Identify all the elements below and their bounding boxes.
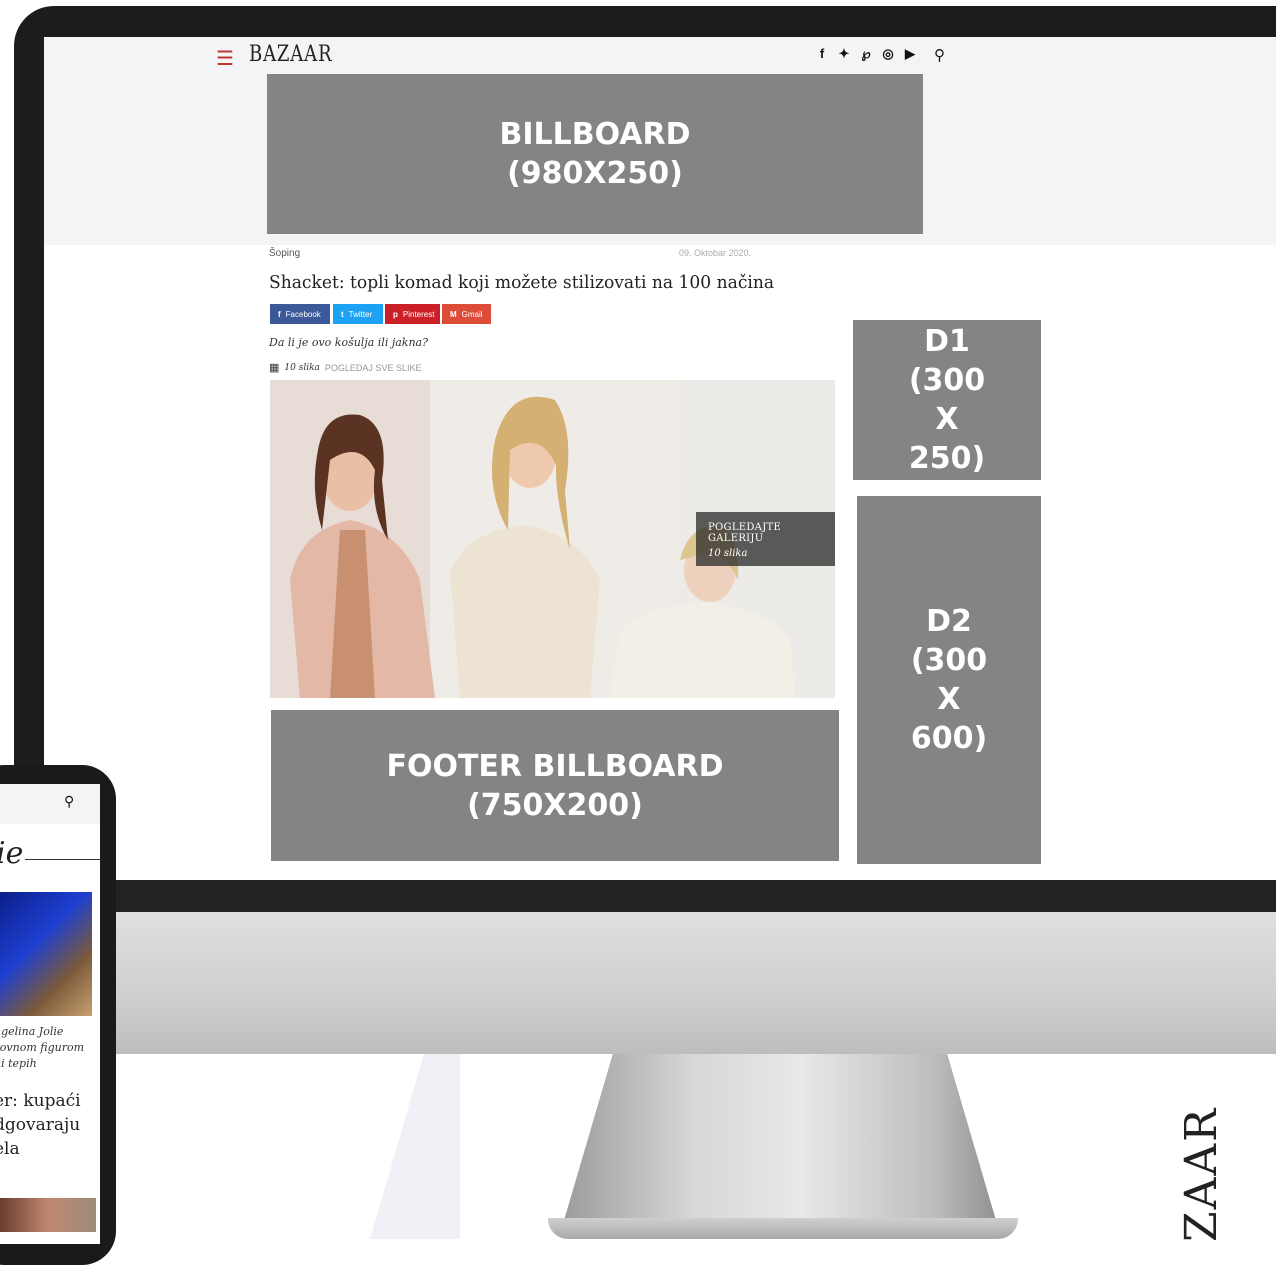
- share-label: Gmail: [461, 309, 483, 319]
- phone-article-image-2[interactable]: [0, 1198, 96, 1232]
- overlay-title: POGLEDAJTE GALERIJU: [708, 522, 782, 544]
- phone-caption: ngelina Jolie zovnom figurom ni tepih: [0, 1025, 85, 1070]
- gmail-icon: M: [450, 309, 457, 319]
- phone-article-image[interactable]: [0, 892, 92, 1016]
- brand-logo-vertical: ZAAR: [1176, 1107, 1227, 1242]
- twitter-icon: t: [341, 309, 344, 319]
- article-date: 09. Oktobar 2020.: [679, 248, 752, 258]
- view-gallery-link[interactable]: POGLEDAJ SVE SLIKE: [325, 363, 422, 373]
- share-facebook-button[interactable]: f Facebook: [270, 304, 330, 324]
- article-lead: Da li je ovo košulja ili jakna?: [269, 336, 429, 349]
- gallery-row: ▦ 10 slika POGLEDAJ SVE SLIKE: [269, 361, 421, 374]
- share-pinterest-button[interactable]: p Pinterest: [385, 304, 440, 324]
- phone-screen: ⚲ ie ngelina Jolie zovnom figurom ni tep…: [0, 784, 100, 1244]
- pinterest-icon: p: [393, 309, 398, 319]
- overlay-count: 10 slika: [708, 548, 748, 559]
- monitor-bezel-bottom: [0, 880, 1276, 912]
- billboard-ad[interactable]: BILLBOARD (980X250): [267, 74, 923, 234]
- share-label: Pinterest: [402, 309, 435, 319]
- d1-ad[interactable]: D1 (300 X 250): [853, 320, 1041, 480]
- search-icon[interactable]: ⚲: [64, 793, 74, 810]
- instagram-icon[interactable]: ◎: [880, 46, 896, 62]
- social-icons: f ✦ ℘ ◎ ▶: [814, 46, 918, 62]
- search-icon[interactable]: ⚲: [934, 46, 945, 64]
- gallery-overlay[interactable]: POGLEDAJTE GALERIJU 10 slika: [696, 512, 835, 566]
- gallery-count: 10 slika: [284, 362, 320, 373]
- article-title: Shacket: topli komad koji možete stilizo…: [269, 272, 775, 293]
- monitor-stand-base: [548, 1218, 1018, 1239]
- background-shape: [370, 1054, 460, 1239]
- site-logo[interactable]: BAZAAR: [249, 42, 332, 67]
- phone-headline[interactable]: er: kupaći dgovaraju ela: [0, 1089, 100, 1161]
- brand-text: ZAAR: [1176, 1106, 1227, 1242]
- share-label: Facebook: [285, 309, 321, 319]
- phone-header: [0, 784, 100, 824]
- pinterest-icon[interactable]: ℘: [858, 46, 874, 62]
- monitor-screen: ☰ BAZAAR f ✦ ℘ ◎ ▶ ⚲ BILLBOARD (980X250)…: [44, 37, 1276, 880]
- facebook-icon: f: [278, 309, 281, 319]
- monitor-stand: [560, 1054, 1000, 1234]
- facebook-icon[interactable]: f: [814, 46, 830, 62]
- hamburger-icon[interactable]: ☰: [216, 46, 234, 71]
- share-gmail-button[interactable]: M Gmail: [442, 304, 491, 324]
- youtube-icon[interactable]: ▶: [902, 46, 918, 62]
- twitter-icon[interactable]: ✦: [836, 46, 852, 62]
- article-category[interactable]: Šoping: [269, 248, 300, 259]
- divider: [25, 859, 100, 860]
- footer-billboard-ad[interactable]: FOOTER BILLBOARD (750X200): [271, 710, 839, 861]
- share-twitter-button[interactable]: t Twitter: [333, 304, 383, 324]
- share-label: Twitter: [348, 309, 373, 319]
- phone-script-text: ie: [0, 836, 24, 871]
- d2-ad[interactable]: D2 (300 X 600): [857, 496, 1041, 864]
- monitor-chin: [0, 912, 1276, 1054]
- grid-icon: ▦: [269, 362, 280, 374]
